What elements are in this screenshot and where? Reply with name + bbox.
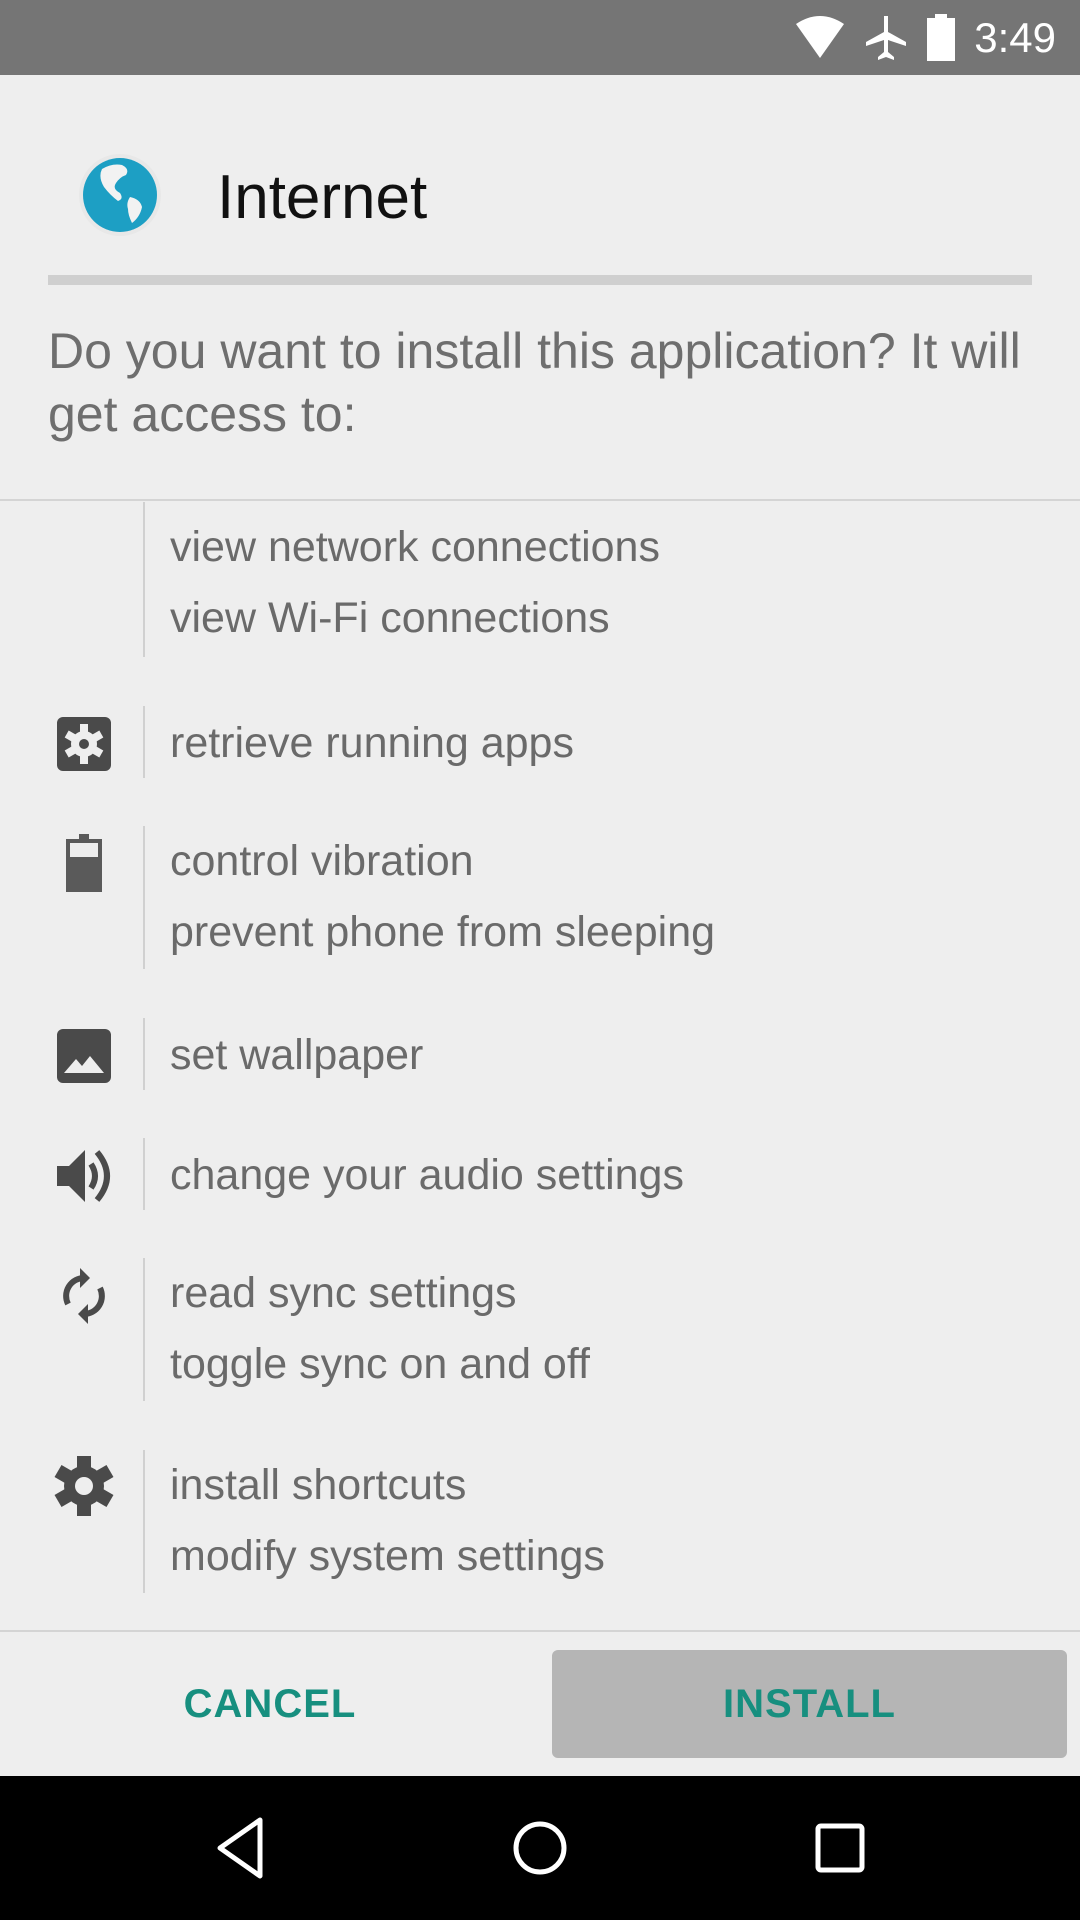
settings-box-icon — [57, 717, 111, 771]
permission-item: read sync settings — [170, 1269, 517, 1317]
permission-divider — [143, 1138, 145, 1210]
home-icon[interactable] — [504, 1812, 576, 1884]
app-header: Internet — [0, 75, 1080, 285]
permission-item: toggle sync on and off — [170, 1340, 590, 1388]
permission-divider — [143, 502, 145, 657]
status-bar: 3:49 — [0, 0, 1080, 75]
sync-icon — [63, 1268, 105, 1324]
navigation-bar — [0, 1776, 1080, 1920]
wifi-icon — [796, 15, 845, 58]
permission-item: prevent phone from sleeping — [170, 908, 716, 956]
permission-divider — [143, 706, 145, 778]
install-prompt: Do you want to install this application?… — [48, 323, 1021, 442]
permission-item: view network connections — [170, 523, 660, 571]
permission-item: change your audio settings — [170, 1151, 684, 1199]
permission-divider — [143, 1258, 145, 1401]
permission-divider — [143, 1018, 145, 1090]
permission-divider — [143, 826, 145, 969]
permission-divider — [143, 1450, 145, 1593]
install-button[interactable]: INSTALL — [552, 1650, 1067, 1758]
cancel-button[interactable]: CANCEL — [0, 1650, 540, 1758]
status-time: 3:49 — [974, 13, 1056, 61]
image-icon — [57, 1029, 111, 1083]
back-icon[interactable] — [204, 1812, 276, 1884]
airplane-mode-icon — [866, 15, 907, 60]
recents-icon[interactable] — [804, 1812, 876, 1884]
header-divider — [48, 275, 1032, 285]
permission-item: install shortcuts — [170, 1461, 467, 1509]
volume-icon — [57, 1150, 110, 1202]
footer-divider — [0, 1630, 1080, 1632]
permission-item: set wallpaper — [170, 1031, 424, 1079]
battery-icon — [66, 834, 102, 892]
app-title: Internet — [217, 163, 428, 232]
gear-icon — [54, 1456, 114, 1516]
permission-item: view Wi-Fi connections — [170, 594, 610, 642]
permission-item: retrieve running apps — [170, 719, 574, 767]
permission-item: control vibration — [170, 837, 474, 885]
list-divider — [0, 499, 1080, 501]
battery-full-icon — [927, 13, 956, 61]
permission-item: modify system settings — [170, 1532, 605, 1580]
globe-icon — [79, 154, 161, 236]
